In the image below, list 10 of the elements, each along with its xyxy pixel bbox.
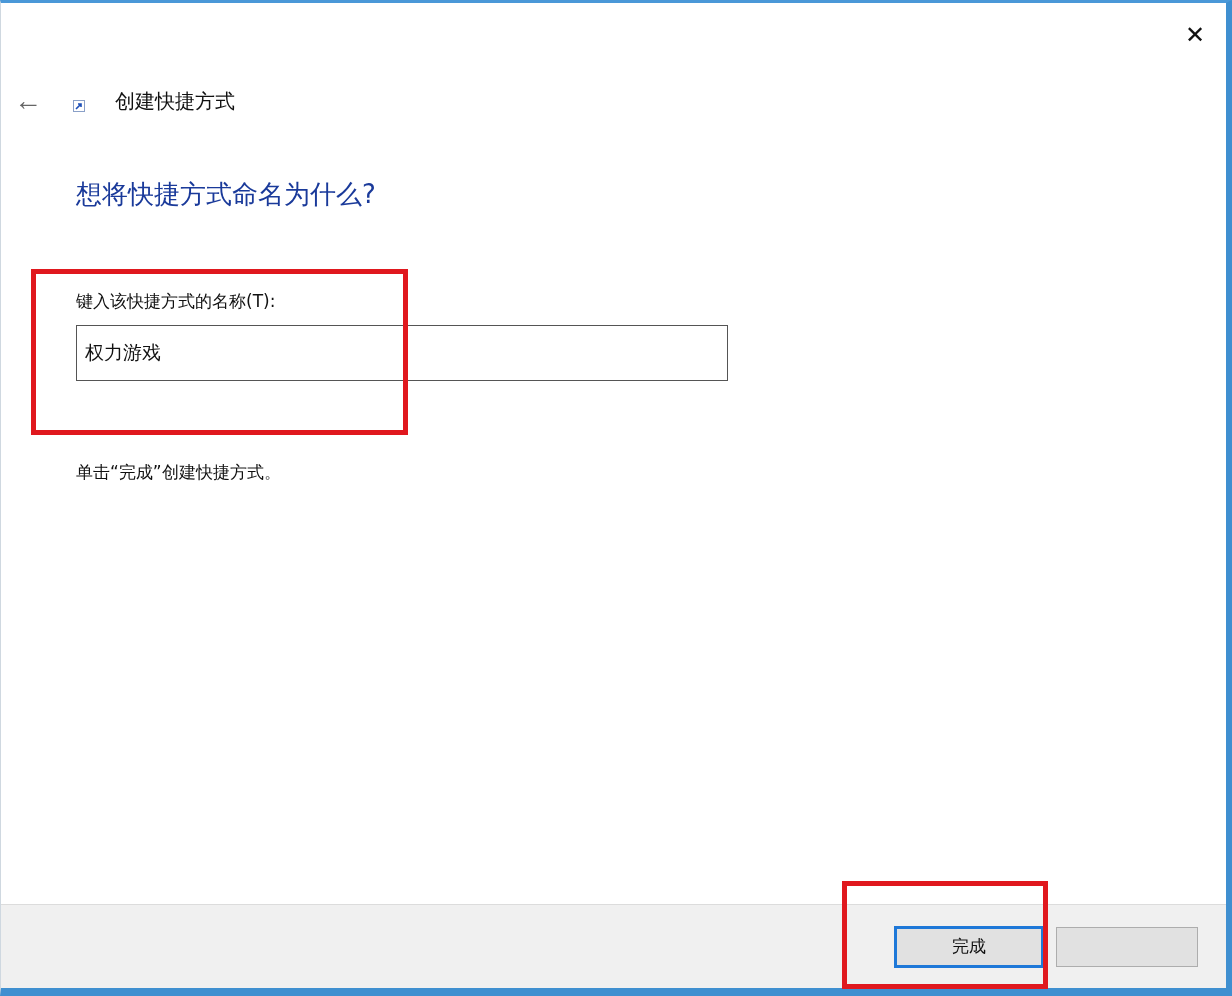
field-label: 键入该快捷方式的名称(T): bbox=[76, 290, 276, 313]
finish-button[interactable]: 完成 bbox=[894, 925, 1044, 968]
dialog-button[interactable] bbox=[1056, 926, 1198, 967]
back-button[interactable]: ← bbox=[13, 83, 43, 119]
name-input-field[interactable]: 权力游戏 bbox=[76, 325, 728, 381]
shortcut-icon bbox=[73, 100, 85, 112]
window-title: 创建快捷方式 bbox=[115, 87, 235, 115]
close-button[interactable]: ✕ bbox=[1172, 15, 1218, 55]
page-heading: 想将快捷方式命名为什么? bbox=[76, 178, 377, 211]
instruction-text: 单击“完成”创建快捷方式。 bbox=[76, 461, 281, 484]
